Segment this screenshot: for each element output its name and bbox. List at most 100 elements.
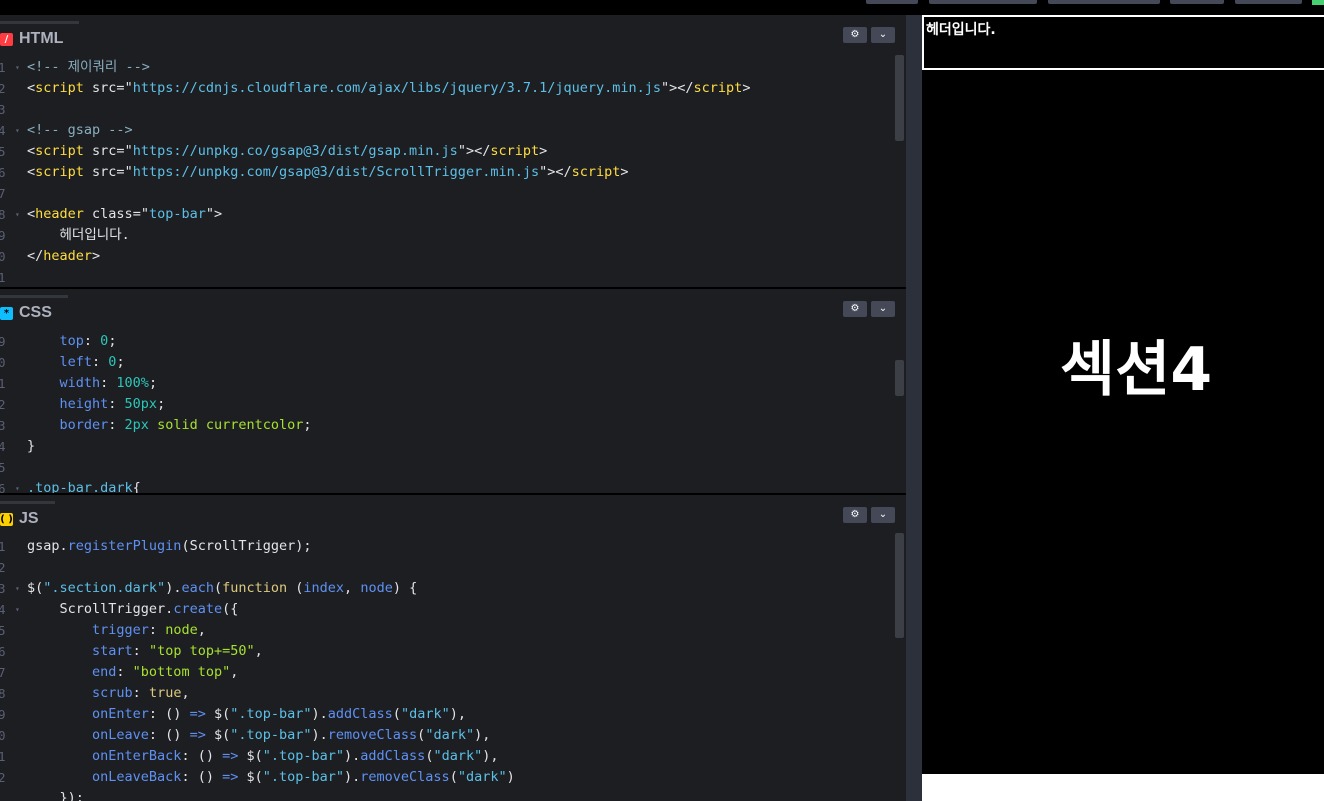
resize-gutter[interactable] [906, 15, 922, 801]
code-token: scrub [27, 685, 133, 701]
code-token: src= [83, 164, 125, 180]
code-line[interactable]: 6 ▾ .top-bar.dark{ [0, 478, 890, 493]
toolbar-button[interactable] [1170, 0, 1224, 4]
code-line[interactable]: 1 ▾ <!-- 제이쿼리 --> [0, 57, 890, 78]
code-token: src= [83, 143, 125, 159]
code-token: ) { [392, 580, 418, 596]
code-line[interactable]: 0 onLeave: () => $(".top-bar").removeCla… [0, 725, 890, 746]
toolbar-button[interactable] [1048, 0, 1160, 4]
code-token: ".top-bar" [230, 706, 312, 722]
line-number: 0 [0, 728, 6, 743]
collapse-button[interactable]: ⌄ [871, 301, 895, 317]
scrollbar[interactable] [895, 533, 904, 638]
code-line[interactable]: 1 [0, 267, 890, 287]
panel-tab-js[interactable]: ( ) JS [0, 501, 55, 534]
code-token: <!-- gsap --> [27, 122, 133, 138]
code-token: : [132, 685, 149, 701]
code-token: https://unpkg.co/gsap@3/dist/gsap.min.js [132, 143, 458, 159]
settings-button[interactable]: ⚙ [843, 507, 867, 523]
code-line[interactable]: 6 <script src="https://unpkg.com/gsap@3/d… [0, 162, 890, 183]
code-token: onLeave [27, 727, 149, 743]
code-token: , [230, 664, 239, 680]
code-text: <script src="https://unpkg.com/gsap@3/di… [27, 162, 629, 183]
line-number: 2 [0, 770, 6, 785]
toolbar-button[interactable] [1235, 0, 1302, 4]
panel-tab-css[interactable]: * CSS [0, 295, 68, 328]
code-line[interactable]: 1 width: 100%; [0, 373, 890, 394]
code-line[interactable]: 0 </header> [0, 246, 890, 267]
code-line[interactable]: 2 height: 50px; [0, 394, 890, 415]
code-text: onLeaveBack: () => $(".top-bar").removeC… [27, 767, 515, 788]
code-token: ScrollTrigger. [27, 601, 174, 617]
code-token: gsap. [27, 538, 68, 554]
code-line[interactable]: 3 border: 2px solid currentcolor; [0, 415, 890, 436]
code-line[interactable]: 2 [0, 557, 890, 578]
code-text: <script src="https://unpkg.co/gsap@3/dis… [27, 141, 547, 162]
code-token: > [539, 143, 548, 159]
code-line[interactable]: 5 <script src="https://unpkg.co/gsap@3/di… [0, 141, 890, 162]
code-line[interactable]: }); [0, 788, 890, 801]
panel-tab-html[interactable]: / HTML [0, 21, 80, 54]
code-line[interactable]: 9 top: 0; [0, 331, 890, 352]
code-line[interactable]: 0 left: 0; [0, 352, 890, 373]
toolbar-button[interactable] [929, 0, 1037, 4]
code-line[interactable]: 2 onLeaveBack: () => $(".top-bar").remov… [0, 767, 890, 788]
fold-arrow-icon[interactable]: ▾ [15, 57, 20, 78]
code-token: https://unpkg.com/gsap@3/dist/ScrollTrig… [132, 164, 540, 180]
code-line[interactable]: 7 [0, 183, 890, 204]
line-number: 8 [0, 207, 6, 222]
code-token: ). [311, 727, 328, 743]
code-text: }); [27, 788, 84, 801]
fold-arrow-icon[interactable]: ▾ [15, 478, 20, 493]
code-token: "></ [457, 143, 491, 159]
fold-arrow-icon[interactable]: ▾ [15, 204, 20, 225]
code-token: > [742, 80, 751, 96]
code-text: border: 2px solid currentcolor; [27, 415, 312, 436]
code-text: ScrollTrigger.create({ [27, 599, 239, 620]
code-text: height: 50px; [27, 394, 166, 415]
fold-arrow-icon[interactable]: ▾ [15, 120, 20, 141]
code-line[interactable]: 3 ▾ $(".section.dark").each(function (inde… [0, 578, 890, 599]
settings-button[interactable]: ⚙ [843, 27, 867, 43]
code-line[interactable]: 6 start: "top top+=50", [0, 641, 890, 662]
code-token: ; [148, 375, 158, 391]
line-number: 9 [0, 707, 6, 722]
editor-area: / HTML ⚙ ⌄ 1 ▾ <!-- 제이쿼리 --> 2 <script src="… [0, 15, 906, 801]
toolbar-button[interactable] [866, 0, 918, 4]
code-token: "bottom top" [132, 664, 231, 680]
panel-title: JS [19, 510, 39, 527]
code-token: index [303, 580, 345, 596]
code-text: .top-bar.dark{ [27, 478, 141, 493]
code-token: node [165, 622, 198, 638]
code-line[interactable]: 3 [0, 99, 890, 120]
code-token: end [27, 664, 117, 680]
code-line[interactable]: 4 ▾ <!-- gsap --> [0, 120, 890, 141]
code-token: onEnterBack [27, 748, 182, 764]
code-line[interactable]: 1 gsap.registerPlugin(ScrollTrigger); [0, 536, 890, 557]
html-editor-panel: / HTML ⚙ ⌄ 1 ▾ <!-- 제이쿼리 --> 2 <script src="… [0, 15, 906, 287]
code-line[interactable]: 1 onEnterBack: () => $(".top-bar").addCl… [0, 746, 890, 767]
scrollbar[interactable] [895, 55, 904, 141]
settings-button[interactable]: ⚙ [843, 301, 867, 317]
code-text: <script src="https://cdnjs.cloudflare.co… [27, 78, 750, 99]
code-token: < [27, 143, 36, 159]
code-token: : [108, 417, 125, 433]
code-line[interactable]: 4} [0, 436, 890, 457]
code-line[interactable]: 9 헤더입니다. [0, 225, 890, 246]
code-text: onEnter: () => $(".top-bar").addClass("d… [27, 704, 466, 725]
scrollbar[interactable] [895, 360, 904, 396]
code-line[interactable]: 7 end: "bottom top", [0, 662, 890, 683]
fold-arrow-icon[interactable]: ▾ [15, 578, 20, 599]
code-text: onLeave: () => $(".top-bar").removeClass… [27, 725, 490, 746]
code-text: </header> [27, 246, 100, 267]
code-line[interactable]: 8 ▾ <header class="top-bar"> [0, 204, 890, 225]
code-line[interactable]: 8 scrub: true, [0, 683, 890, 704]
fold-arrow-icon[interactable]: ▾ [15, 599, 20, 620]
collapse-button[interactable]: ⌄ [871, 507, 895, 523]
code-line[interactable]: 5 trigger: node, [0, 620, 890, 641]
code-line[interactable]: 5 [0, 457, 890, 478]
code-line[interactable]: 9 onEnter: () => $(".top-bar").addClass(… [0, 704, 890, 725]
collapse-button[interactable]: ⌄ [871, 27, 895, 43]
code-line[interactable]: 4 ▾ ScrollTrigger.create({ [0, 599, 890, 620]
code-line[interactable]: 2 <script src="https://cdnjs.cloudflare.c… [0, 78, 890, 99]
